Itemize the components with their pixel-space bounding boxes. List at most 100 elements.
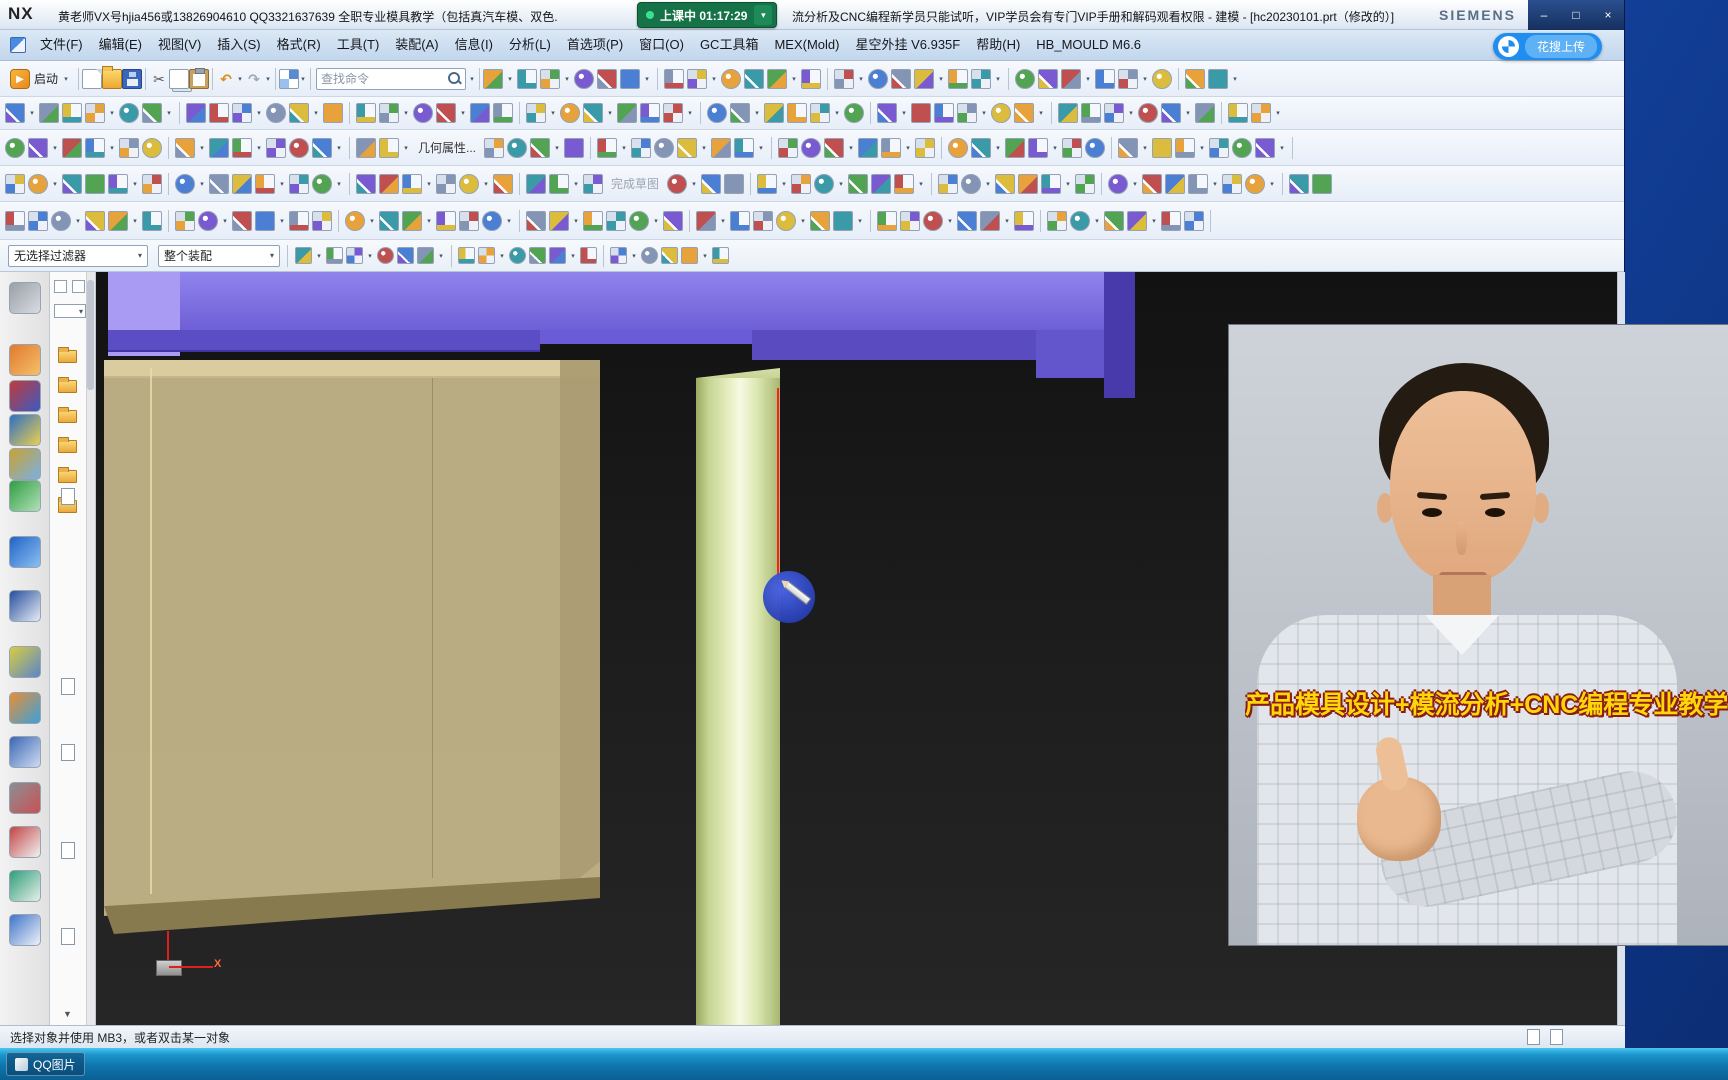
menu-item-9[interactable]: 分析(L) — [501, 30, 559, 60]
undo-icon[interactable]: ↶ — [216, 69, 236, 89]
toolbar-icon[interactable] — [458, 247, 475, 264]
chevron-down-icon[interactable]: ▾ — [790, 75, 798, 83]
chevron-down-icon[interactable]: ▾ — [131, 180, 139, 188]
menu-item-16[interactable]: HB_MOULD M6.6 — [1028, 30, 1149, 60]
toolbar-icon[interactable] — [620, 68, 641, 89]
maximize-button[interactable]: □ — [1563, 4, 1589, 26]
toolbar-icon[interactable] — [232, 103, 252, 123]
toolbar-icon[interactable] — [1208, 68, 1229, 89]
toolbar-icon[interactable] — [483, 68, 504, 89]
folder-icon[interactable] — [58, 347, 77, 363]
folder-icon[interactable] — [58, 377, 77, 393]
toolbar-icon[interactable] — [957, 210, 977, 231]
chevron-down-icon[interactable]: ▾ — [917, 180, 925, 188]
chevron-down-icon[interactable]: ▾ — [1141, 144, 1149, 152]
toolbar-icon[interactable] — [631, 137, 652, 158]
toolbar-icon[interactable] — [417, 247, 434, 264]
toolbar-icon[interactable] — [312, 173, 332, 194]
hd3d-tools-icon[interactable] — [9, 590, 41, 622]
toolbar-icon[interactable] — [980, 210, 1000, 231]
toolbar-icon[interactable] — [1028, 137, 1049, 158]
toolbar-icon[interactable] — [948, 137, 969, 158]
toolbar-icon[interactable] — [871, 173, 892, 194]
chevron-down-icon[interactable]: ▾ — [620, 144, 628, 152]
menu-item-2[interactable]: 编辑(E) — [91, 30, 150, 60]
toolbar-icon[interactable] — [186, 103, 206, 123]
toolbar-icon[interactable] — [28, 137, 48, 158]
toolbar-icon[interactable] — [85, 210, 105, 231]
chevron-down-icon[interactable]: ▾ — [165, 109, 173, 117]
toolbar-icon[interactable] — [911, 103, 931, 123]
constraint-navigator-icon[interactable] — [9, 380, 41, 412]
toolbar-icon[interactable] — [900, 210, 920, 231]
copy-icon[interactable] — [169, 68, 190, 89]
chevron-down-icon[interactable]: ▾ — [572, 180, 580, 188]
upload-widget[interactable]: 花搜上传 — [1493, 33, 1603, 60]
menu-item-6[interactable]: 工具(T) — [329, 30, 388, 60]
toolbar-icon[interactable] — [1175, 137, 1196, 158]
workpiece-side-face[interactable] — [560, 360, 600, 895]
toolbar-icon[interactable] — [971, 137, 992, 158]
part-list-icon[interactable] — [9, 914, 41, 946]
chevron-down-icon[interactable]: ▾ — [1231, 75, 1239, 83]
redo-icon[interactable]: ↷ — [244, 69, 264, 89]
toolbar-icon[interactable] — [209, 173, 229, 194]
toolbar-icon[interactable] — [142, 173, 162, 194]
toolbar-icon[interactable] — [312, 137, 332, 158]
toolbar-icon[interactable] — [583, 210, 603, 231]
chevron-down-icon[interactable]: ▾ — [994, 75, 1002, 83]
chevron-down-icon[interactable]: ▾ — [264, 75, 272, 83]
menu-item-11[interactable]: 窗口(O) — [631, 30, 692, 60]
panel-dock-icon[interactable] — [72, 280, 85, 293]
toolbar-icon[interactable] — [5, 173, 25, 194]
chevron-down-icon[interactable]: ▾ — [757, 144, 765, 152]
toolbar-icon[interactable] — [232, 137, 252, 158]
toolbar-icon[interactable] — [991, 103, 1011, 123]
toolbar-icon[interactable] — [484, 137, 505, 158]
toolbar-icon[interactable] — [312, 210, 332, 231]
panel-filter-dropdown[interactable]: ▾ — [54, 304, 86, 318]
panel-scroll-down-icon[interactable]: ▼ — [63, 1009, 72, 1019]
toolbar-icon[interactable] — [1015, 68, 1036, 89]
document-node-icon[interactable] — [61, 842, 75, 859]
view-manager-icon[interactable] — [9, 480, 41, 512]
chevron-down-icon[interactable]: ▾ — [1051, 144, 1059, 152]
toolbar-icon[interactable] — [580, 247, 597, 264]
mold-plate-purple[interactable] — [108, 272, 1135, 330]
toolbar-icon[interactable] — [198, 210, 218, 231]
toolbar-icon[interactable] — [436, 103, 456, 123]
chevron-down-icon[interactable]: ▾ — [837, 180, 845, 188]
toolbar-icon[interactable] — [1138, 103, 1158, 123]
toolbar-icon[interactable] — [1075, 173, 1096, 194]
chevron-down-icon[interactable]: ▾ — [74, 217, 82, 225]
toolbar-icon[interactable] — [1104, 210, 1124, 231]
chevron-down-icon[interactable]: ▾ — [108, 144, 116, 152]
toolbar-icon[interactable] — [482, 210, 502, 231]
toolbar-icon[interactable] — [526, 210, 546, 231]
toolbar-icon[interactable] — [1095, 68, 1116, 89]
part-navigator-icon[interactable] — [9, 344, 41, 376]
toolbar-icon[interactable] — [564, 137, 585, 158]
toolbar-icon[interactable] — [767, 68, 788, 89]
toolbar-icon[interactable] — [995, 173, 1016, 194]
toolbar-icon[interactable] — [1014, 210, 1034, 231]
toolbar-icon[interactable] — [834, 68, 855, 89]
toolbar-icon[interactable] — [549, 173, 569, 194]
toolbar-icon[interactable] — [724, 173, 745, 194]
taskbar-item-qq[interactable]: QQ图片 — [6, 1052, 85, 1076]
reuse-library-icon[interactable] — [9, 448, 41, 480]
chevron-down-icon[interactable]: ▾ — [1093, 217, 1101, 225]
toolbar-icon[interactable] — [379, 137, 399, 158]
toolbar-label-button[interactable]: 几何属性... — [413, 139, 481, 156]
toolbar-icon[interactable] — [1161, 103, 1181, 123]
toolbar-icon[interactable] — [478, 247, 495, 264]
process-studio-icon[interactable] — [9, 870, 41, 902]
menu-item-10[interactable]: 首选项(P) — [559, 30, 631, 60]
chevron-down-icon[interactable]: ▾ — [1037, 109, 1045, 117]
toolbar-icon[interactable] — [948, 68, 969, 89]
menu-item-3[interactable]: 视图(V) — [150, 30, 209, 60]
chevron-down-icon[interactable]: ▾ — [198, 180, 206, 188]
toolbar-icon[interactable] — [1014, 103, 1034, 123]
toolbar-icon[interactable] — [62, 173, 82, 194]
toolbar-icon[interactable] — [1018, 173, 1039, 194]
